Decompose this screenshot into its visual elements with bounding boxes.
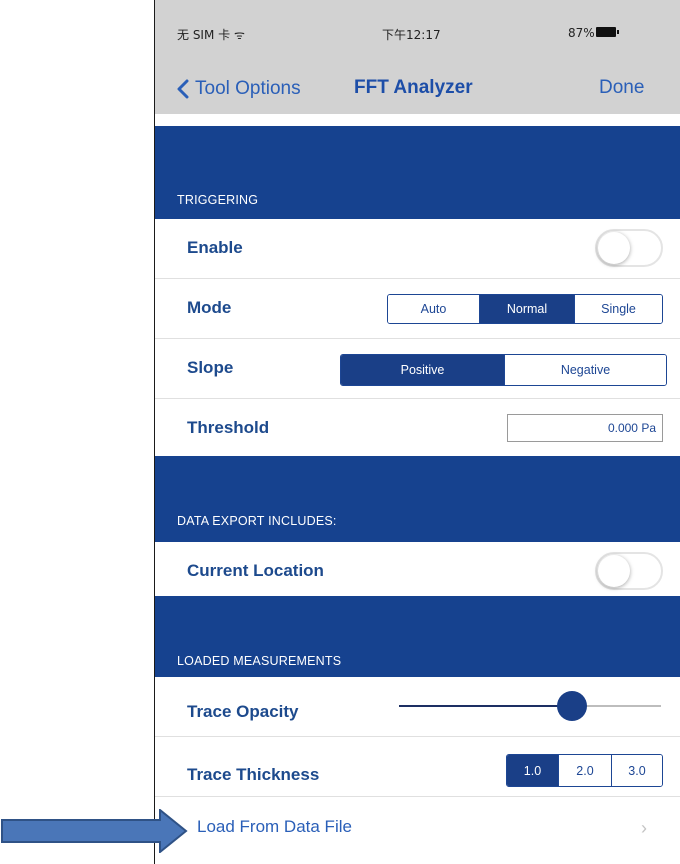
row-threshold: Threshold 0.000 Pa [155, 399, 680, 459]
enable-toggle[interactable] [595, 229, 663, 267]
section-title: LOADED MEASUREMENTS [177, 654, 342, 668]
row-slope: Slope Positive Negative [155, 339, 680, 399]
mode-option-auto[interactable]: Auto [388, 295, 479, 323]
chevron-left-icon [177, 79, 189, 99]
thickness-option-2[interactable]: 2.0 [558, 755, 611, 786]
chevron-right-icon: › [641, 818, 647, 838]
mode-option-single[interactable]: Single [574, 295, 662, 323]
trace-thickness-label: Trace Thickness [187, 765, 320, 784]
trace-opacity-slider[interactable] [399, 691, 661, 721]
slider-fill [399, 705, 572, 707]
done-button[interactable]: Done [599, 77, 644, 99]
mode-segmented-control: Auto Normal Single [387, 294, 663, 324]
right-arrow-annotation [1, 809, 188, 853]
back-button[interactable]: Tool Options [177, 74, 301, 104]
slider-thumb[interactable] [556, 691, 587, 721]
row-current-location: Current Location [155, 542, 680, 602]
enable-label: Enable [187, 238, 243, 257]
phone-screen: 无 SIM 卡 ᯤ 下午12:17 87% Tool Options FFT A… [154, 0, 680, 864]
section-header-loaded-measurements: LOADED MEASUREMENTS [155, 596, 680, 677]
load-from-data-file-label: Load From Data File [197, 817, 352, 836]
row-mode: Mode Auto Normal Single [155, 279, 680, 339]
current-location-toggle[interactable] [595, 552, 663, 590]
thickness-option-3[interactable]: 3.0 [611, 755, 662, 786]
section-title: TRIGGERING [177, 193, 259, 207]
slope-label: Slope [187, 358, 234, 377]
slope-option-negative[interactable]: Negative [504, 355, 666, 385]
mode-label: Mode [187, 298, 232, 317]
row-trace-opacity: Trace Opacity [155, 677, 680, 737]
section-title: DATA EXPORT INCLUDES: [177, 514, 337, 528]
battery-icon [596, 27, 619, 37]
trace-opacity-label: Trace Opacity [187, 702, 299, 721]
toggle-knob [598, 232, 630, 264]
row-trace-thickness: Trace Thickness 1.0 2.0 3.0 [155, 737, 680, 797]
section-header-triggering: TRIGGERING [155, 126, 680, 219]
threshold-field[interactable]: 0.000 Pa [507, 414, 663, 442]
threshold-label: Threshold [187, 418, 270, 437]
trace-thickness-segmented-control: 1.0 2.0 3.0 [506, 754, 663, 787]
row-load-from-data-file[interactable]: Load From Data File › [155, 797, 680, 857]
back-label: Tool Options [195, 78, 301, 99]
clock: 下午12:17 [382, 28, 441, 42]
navigation-bar: 无 SIM 卡 ᯤ 下午12:17 87% Tool Options FFT A… [155, 0, 680, 114]
slope-segmented-control: Positive Negative [340, 354, 667, 386]
thickness-option-1[interactable]: 1.0 [507, 755, 558, 786]
mode-option-normal[interactable]: Normal [479, 295, 574, 323]
battery-percent: 87% [568, 26, 595, 40]
carrier-status: 无 SIM 卡 ᯤ [177, 28, 245, 42]
slope-option-positive[interactable]: Positive [341, 355, 504, 385]
section-header-data-export: DATA EXPORT INCLUDES: [155, 456, 680, 542]
row-enable: Enable [155, 219, 680, 279]
toggle-knob [598, 555, 630, 587]
current-location-label: Current Location [187, 561, 324, 580]
page-title: FFT Analyzer [354, 77, 473, 98]
